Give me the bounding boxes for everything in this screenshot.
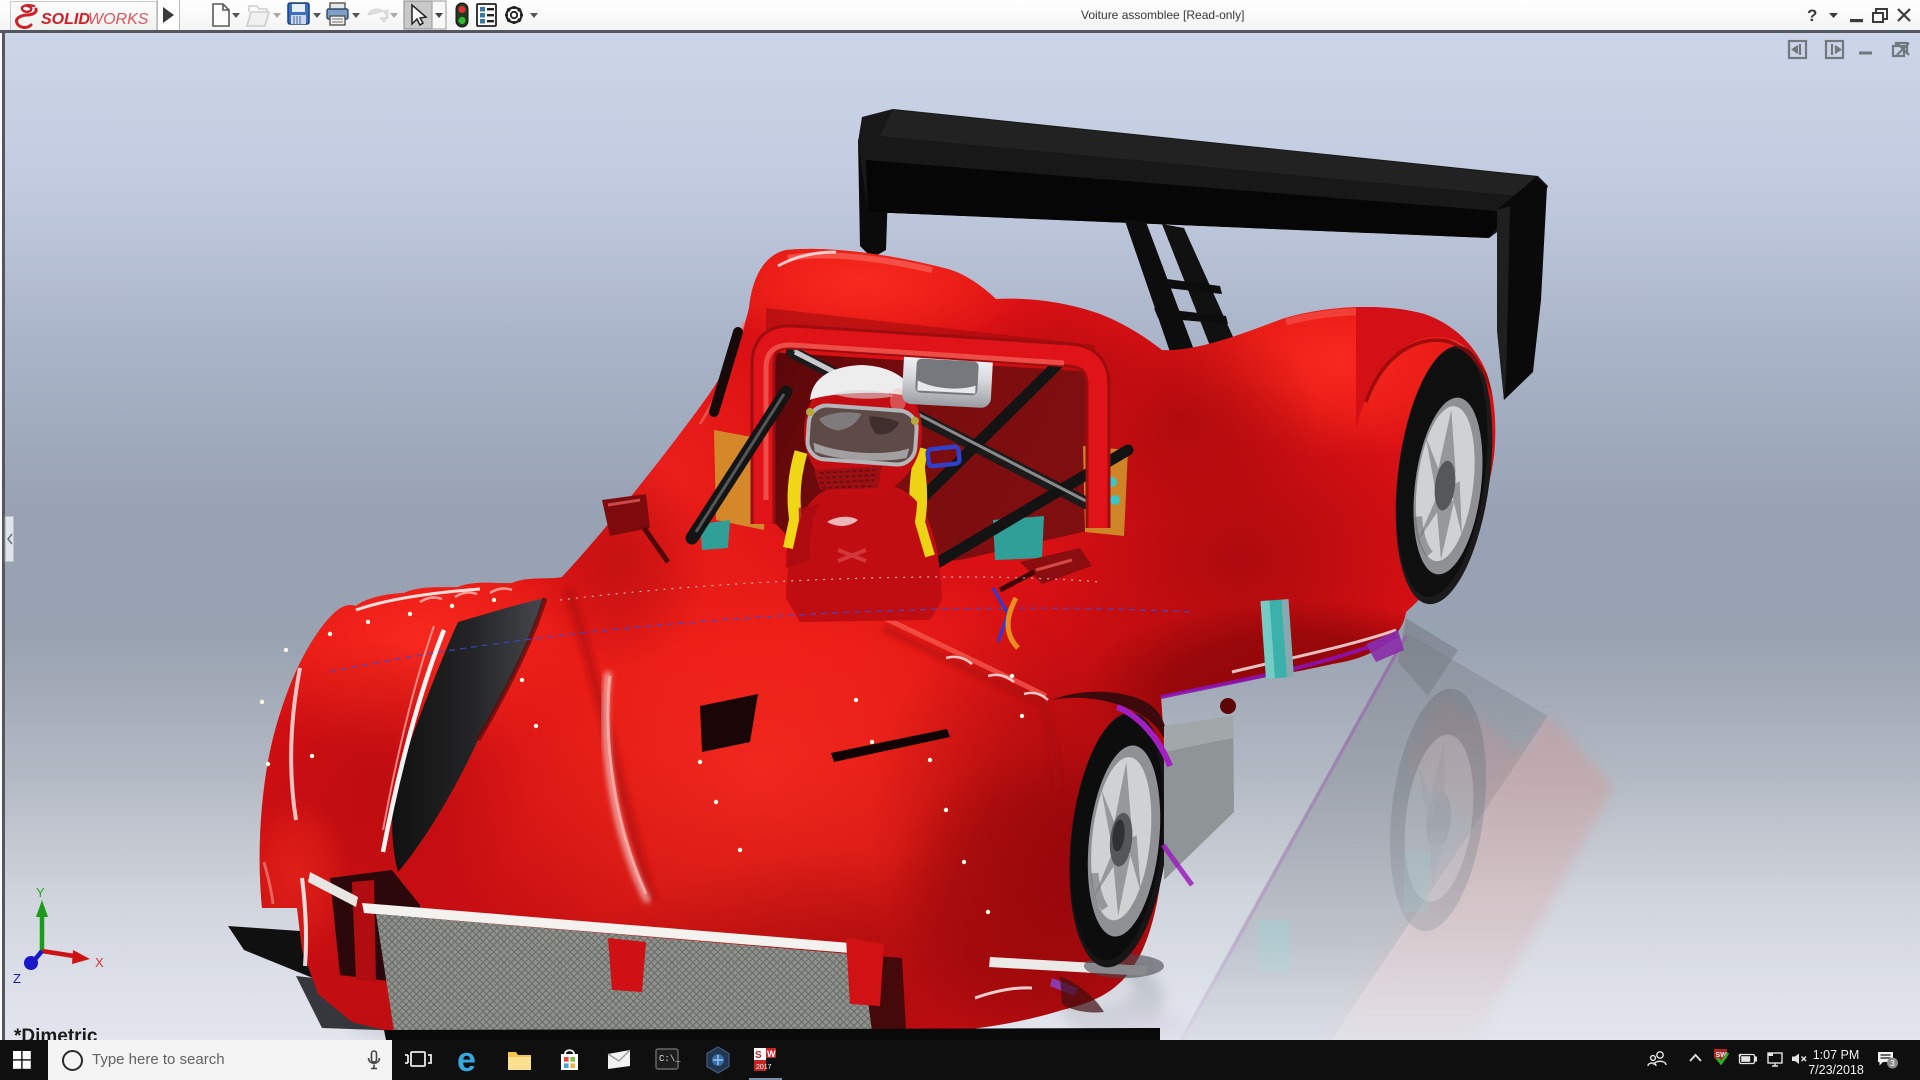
svg-text:S: S — [755, 1050, 762, 1061]
svg-text:X: X — [95, 955, 104, 970]
svg-text:e: e — [457, 1041, 476, 1079]
svg-text:W: W — [767, 1049, 776, 1059]
svg-text:1:07 PM: 1:07 PM — [1813, 1048, 1860, 1062]
svg-text:WORKS: WORKS — [88, 11, 149, 28]
svg-text:3: 3 — [1890, 1058, 1895, 1068]
svg-text:2017: 2017 — [756, 1064, 772, 1071]
svg-text:SOLID: SOLID — [41, 11, 90, 28]
svg-text:?: ? — [1807, 6, 1817, 25]
svg-text:C:\_: C:\_ — [659, 1054, 681, 1064]
svg-text:7/23/2018: 7/23/2018 — [1808, 1063, 1864, 1077]
svg-text:Z: Z — [13, 971, 21, 986]
svg-text:Y: Y — [36, 885, 45, 900]
